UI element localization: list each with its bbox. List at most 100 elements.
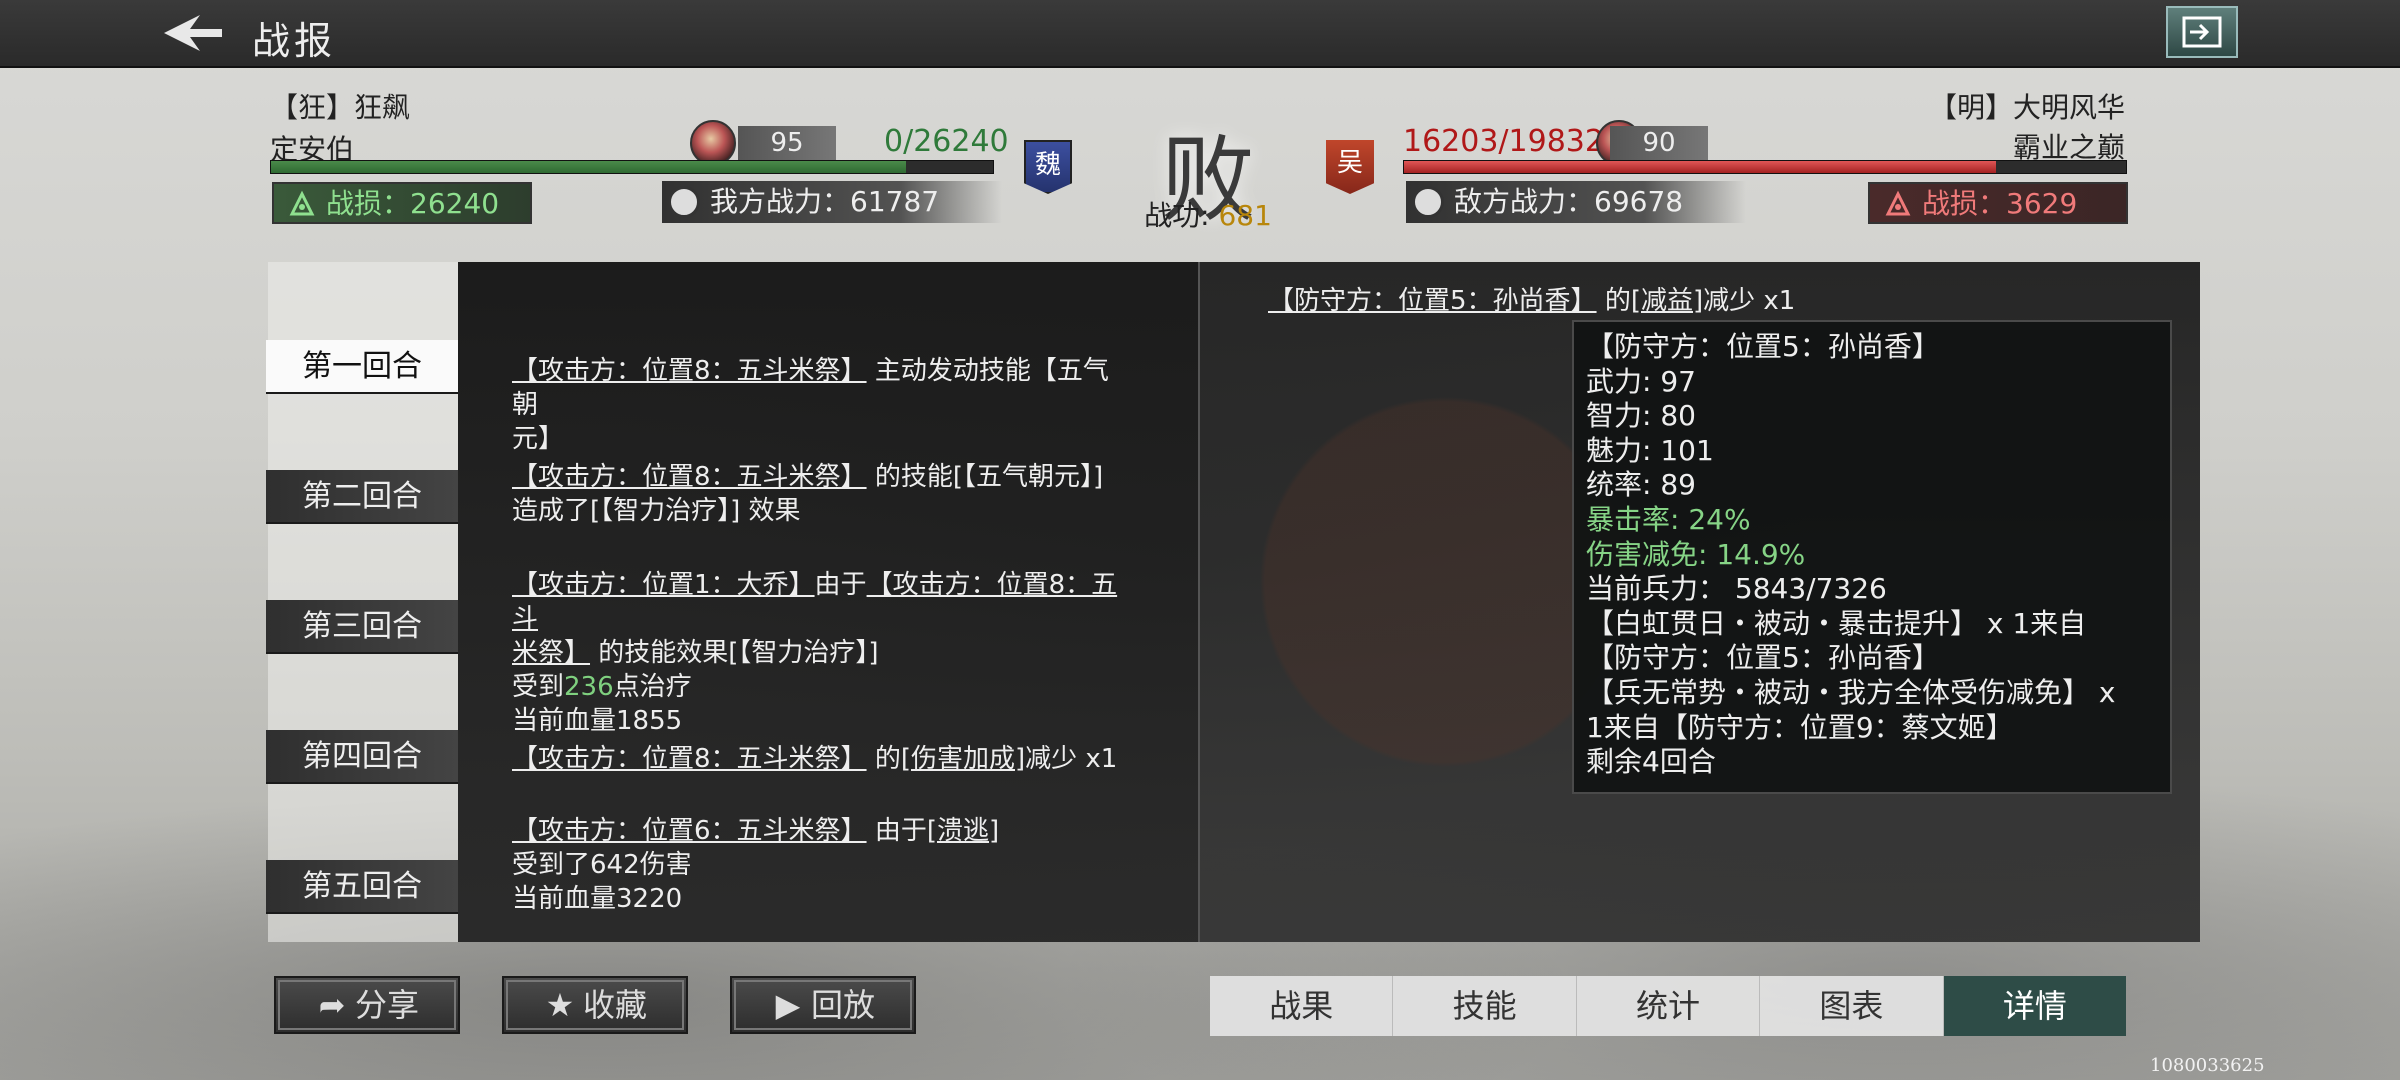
round-tab-5[interactable]: 第五回合 [266,860,458,914]
share-button[interactable]: ➦ 分享 [274,976,460,1034]
round-tab-1[interactable]: 第一回合 [266,340,458,394]
log-text: 受到了642伤害 [512,850,692,880]
tooltip-buff: 1来自【防守方：位置9：蔡文姬】 [1586,710,2014,744]
tab-results[interactable]: 战果 [1210,976,1394,1036]
replay-button[interactable]: ▶ 回放 [730,976,916,1034]
tab-charts[interactable]: 图表 [1760,976,1944,1036]
tooltip-buff: 【白虹贯日・被动・暴击提升】 x 1来自 [1586,606,2087,640]
log-text: 当前血量3220 [512,884,683,914]
defender-level: 90 [1610,126,1708,160]
unit-link[interactable]: 【防守方：位置5：孙尚香】 [1268,286,1597,316]
unit-link[interactable]: 【攻击方：位置8：五斗米祭】 [512,744,867,774]
play-icon: ▶ [775,986,801,1024]
log-text: 受到 [512,672,565,702]
tooltip-stat: 智力: 80 [1586,399,1696,433]
attacker-names: 【狂】狂飙 定安伯 [270,86,410,168]
defender-troop-bar-fill [1404,161,1997,173]
unit-link[interactable]: 米祭】 [512,638,590,668]
log-text: 的 [874,744,901,774]
attacker-loss-badge: 战损：26240 [272,182,532,224]
defender-loss-label: 战损：3629 [1922,187,2078,220]
round-tab-3[interactable]: 第三回合 [266,600,458,654]
log-text: 由于 [874,816,927,846]
casualty-icon [289,190,315,216]
effect-link[interactable]: [减益] [1631,286,1703,316]
log-text: 的 [1604,286,1631,316]
log-text: 减少 x1 [1703,286,1796,316]
log-text: 减少 x1 [1025,744,1118,774]
unit-link[interactable]: 【攻击方：位置8：五斗米祭】 [512,356,867,386]
log-entry: 【攻击方：位置8：五斗米祭】 的技能[【五气朝元】] 造成了[【智力治疗】] 效… [512,460,1132,528]
round-tab-4[interactable]: 第四回合 [266,730,458,784]
defender-troop-bar [1403,160,2127,174]
effect-link[interactable]: [溃逃] [927,816,999,846]
attacker-troop-bar [270,160,994,174]
detail-entry: 【防守方：位置5：孙尚香】 的[减益]减少 x1 [1268,280,1795,317]
power-icon [668,186,700,218]
casualty-icon [1885,190,1911,216]
favorite-label: 收藏 [582,986,647,1024]
log-text: 元】 [512,424,565,454]
log-text: 的技能[【五气朝元】] [874,462,1104,492]
star-icon: ★ [545,986,575,1024]
round-tab-2[interactable]: 第二回合 [266,470,458,524]
power-icon [1412,186,1444,218]
log-entry: 【攻击方：位置6：五斗米祭】 由于[溃逃] 受到了642伤害 当前血量3220 [512,814,1132,916]
log-text: 点治疗 [613,672,692,702]
unit-stats-tooltip: 【防守方：位置5：孙尚香】 武力: 97 智力: 80 魅力: 101 统率: … [1572,320,2172,794]
report-tabs: 战果 技能 统计 图表 详情 [1210,976,2127,1036]
tooltip-buff: 【兵无常势・被动・我方全体受伤减免】 x [1586,675,2116,709]
exit-door-icon [2182,16,2222,48]
effect-link[interactable]: [伤害加成] [901,744,1025,774]
exit-button[interactable] [2166,6,2238,58]
attacker-troop-bar-fill [271,161,907,173]
defender-power-label: 敌方战力：69678 [1454,185,1684,218]
attacker-loss-label: 战损：26240 [326,187,500,220]
favorite-button[interactable]: ★ 收藏 [502,976,688,1034]
log-text: 造成了[【智力治疗】] 效果 [512,496,801,526]
attacker-level: 95 [738,126,836,160]
merit-value: 681 [1218,199,1272,232]
attacker-power: 我方战力：61787 [662,181,1002,223]
tooltip-unit: 【防守方：位置5：孙尚香】 [1586,330,1940,363]
back-button[interactable] [160,6,224,60]
share-label: 分享 [354,986,419,1024]
page-title: 战报 [252,19,337,63]
tab-details[interactable]: 详情 [1943,976,2127,1036]
defender-alliance-tag: 【明】大明风华 [1928,91,2125,124]
log-entry: 【攻击方：位置1：大乔】由于【攻击方：位置8：五斗 米祭】 的技能效果[【智力治… [512,568,1132,738]
merit-display: 战功: 681 [1128,194,1288,234]
tooltip-stat: 统率: 89 [1586,468,1696,502]
back-arrow-icon [164,15,222,51]
unit-link[interactable]: 【攻击方：位置6：五斗米祭】 [512,816,867,846]
tooltip-buff: 【防守方：位置5：孙尚香】 [1586,641,1940,675]
log-text: 当前血量1855 [512,706,683,736]
share-icon: ➦ [318,986,346,1024]
tooltip-duration: 剩余4回合 [1586,745,1716,779]
tooltip-stat: 伤害减免: 14.9% [1586,537,1806,571]
tooltip-stat: 魅力: 101 [1586,433,1714,467]
unit-link[interactable]: 【攻击方：位置1：大乔】 [512,570,815,600]
top-bar: 战报 [0,0,2400,68]
log-text: 的技能效果[【智力治疗】] [598,638,879,668]
defender-power: 敌方战力：69678 [1406,181,1746,223]
attacker-power-label: 我方战力：61787 [710,185,940,218]
defender-troops: 16203/19832 [1403,124,1604,159]
tab-stats[interactable]: 统计 [1577,976,1761,1036]
attacker-alliance-tag: 【狂】狂飙 [270,91,411,124]
log-entry: 【攻击方：位置8：五斗米祭】 主动发动技能【五气朝 元】 [512,354,1132,456]
tooltip-stat: 武力: 97 [1586,364,1696,398]
tab-skills[interactable]: 技能 [1393,976,1577,1036]
log-text: 由于 [814,570,867,600]
tooltip-stat: 暴击率: 24% [1586,502,1751,536]
attacker-troops: 0/26240 [884,124,1009,159]
defender-loss-badge: 战损：3629 [1868,182,2128,224]
log-entry: 【攻击方：位置8：五斗米祭】 的[伤害加成]减少 x1 [512,742,1132,776]
replay-label: 回放 [810,986,875,1024]
defender-names: 【明】大明风华 霸业之巅 [1929,86,2125,166]
unit-link[interactable]: 【攻击方：位置8：五斗米祭】 [512,462,867,492]
heal-amount: 236 [564,672,614,702]
defender-faction-banner: 吴 [1326,140,1374,194]
tooltip-stat: 当前兵力： 5843/7326 [1586,572,1887,606]
attacker-faction-banner: 魏 [1024,140,1072,194]
